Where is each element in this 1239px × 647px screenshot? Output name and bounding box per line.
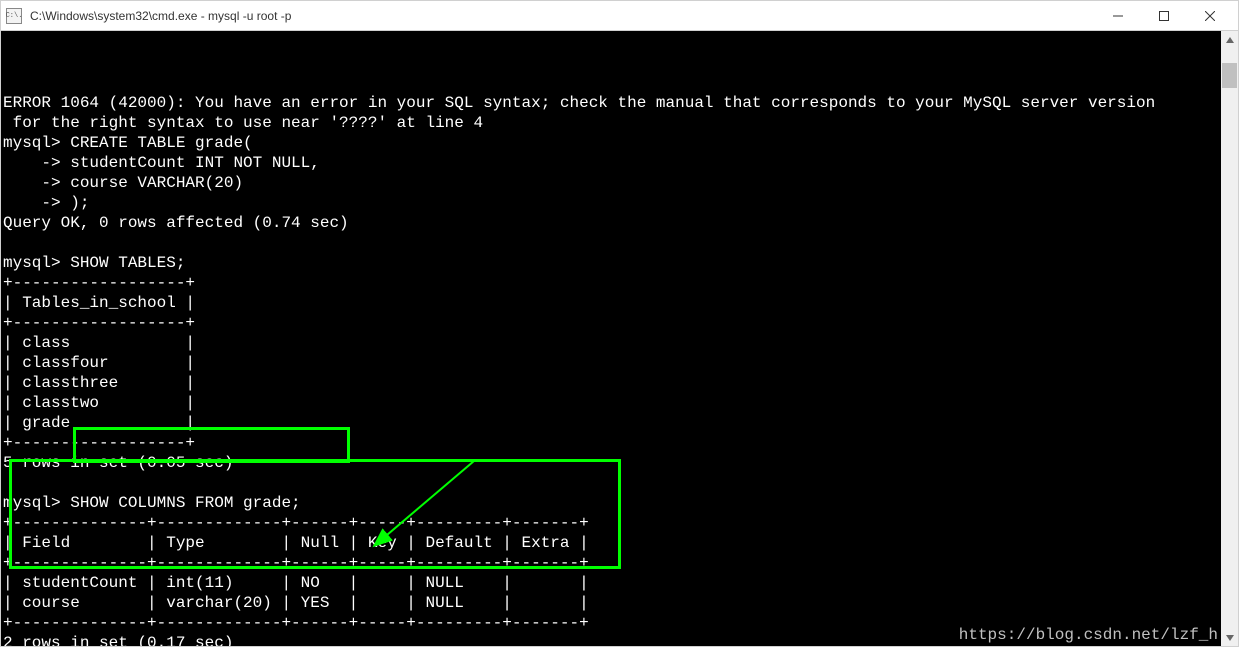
- terminal-line: | classtwo |: [3, 393, 1236, 413]
- terminal-line: ERROR 1064 (42000): You have an error in…: [3, 93, 1236, 113]
- terminal-line: mysql> SHOW TABLES;: [3, 253, 1236, 273]
- window-title: C:\Windows\system32\cmd.exe - mysql -u r…: [30, 9, 1095, 23]
- terminal-line: -> studentCount INT NOT NULL,: [3, 153, 1236, 173]
- terminal-line: +--------------+-------------+------+---…: [3, 553, 1236, 573]
- close-button[interactable]: [1187, 1, 1233, 31]
- watermark-text: https://blog.csdn.net/lzf_h: [959, 626, 1218, 644]
- terminal-line: +------------------+: [3, 433, 1236, 453]
- minimize-button[interactable]: [1095, 1, 1141, 31]
- terminal-line: [3, 233, 1236, 253]
- terminal-output[interactable]: ERROR 1064 (42000): You have an error in…: [1, 31, 1238, 646]
- terminal-line: mysql> CREATE TABLE grade(: [3, 133, 1236, 153]
- scroll-track[interactable]: [1221, 48, 1238, 629]
- scroll-thumb[interactable]: [1222, 63, 1237, 88]
- terminal-line: +------------------+: [3, 273, 1236, 293]
- terminal-line: | course | varchar(20) | YES | | NULL | …: [3, 593, 1236, 613]
- terminal-line: [3, 473, 1236, 493]
- terminal-line: Query OK, 0 rows affected (0.74 sec): [3, 213, 1236, 233]
- window-controls: [1095, 1, 1233, 31]
- terminal-line: -> course VARCHAR(20): [3, 173, 1236, 193]
- terminal-line: | studentCount | int(11) | NO | | NULL |…: [3, 573, 1236, 593]
- terminal-line: 5 rows in set (0.05 sec): [3, 453, 1236, 473]
- terminal-line: -> );: [3, 193, 1236, 213]
- scroll-up-button[interactable]: [1221, 31, 1238, 48]
- terminal-line: | Field | Type | Null | Key | Default | …: [3, 533, 1236, 553]
- command-prompt-window: C:\. C:\Windows\system32\cmd.exe - mysql…: [0, 0, 1239, 647]
- maximize-button[interactable]: [1141, 1, 1187, 31]
- terminal-line: | classthree |: [3, 373, 1236, 393]
- terminal-line: mysql> SHOW COLUMNS FROM grade;: [3, 493, 1236, 513]
- terminal-line: | grade |: [3, 413, 1236, 433]
- terminal-line: +------------------+: [3, 313, 1236, 333]
- terminal-line: | class |: [3, 333, 1236, 353]
- scroll-down-button[interactable]: [1221, 629, 1238, 646]
- terminal-line: | Tables_in_school |: [3, 293, 1236, 313]
- titlebar[interactable]: C:\. C:\Windows\system32\cmd.exe - mysql…: [1, 1, 1238, 31]
- terminal-line: for the right syntax to use near '????' …: [3, 113, 1236, 133]
- terminal-line: +--------------+-------------+------+---…: [3, 513, 1236, 533]
- vertical-scrollbar[interactable]: [1221, 31, 1238, 646]
- cmd-icon: C:\.: [6, 8, 22, 24]
- terminal-line: | classfour |: [3, 353, 1236, 373]
